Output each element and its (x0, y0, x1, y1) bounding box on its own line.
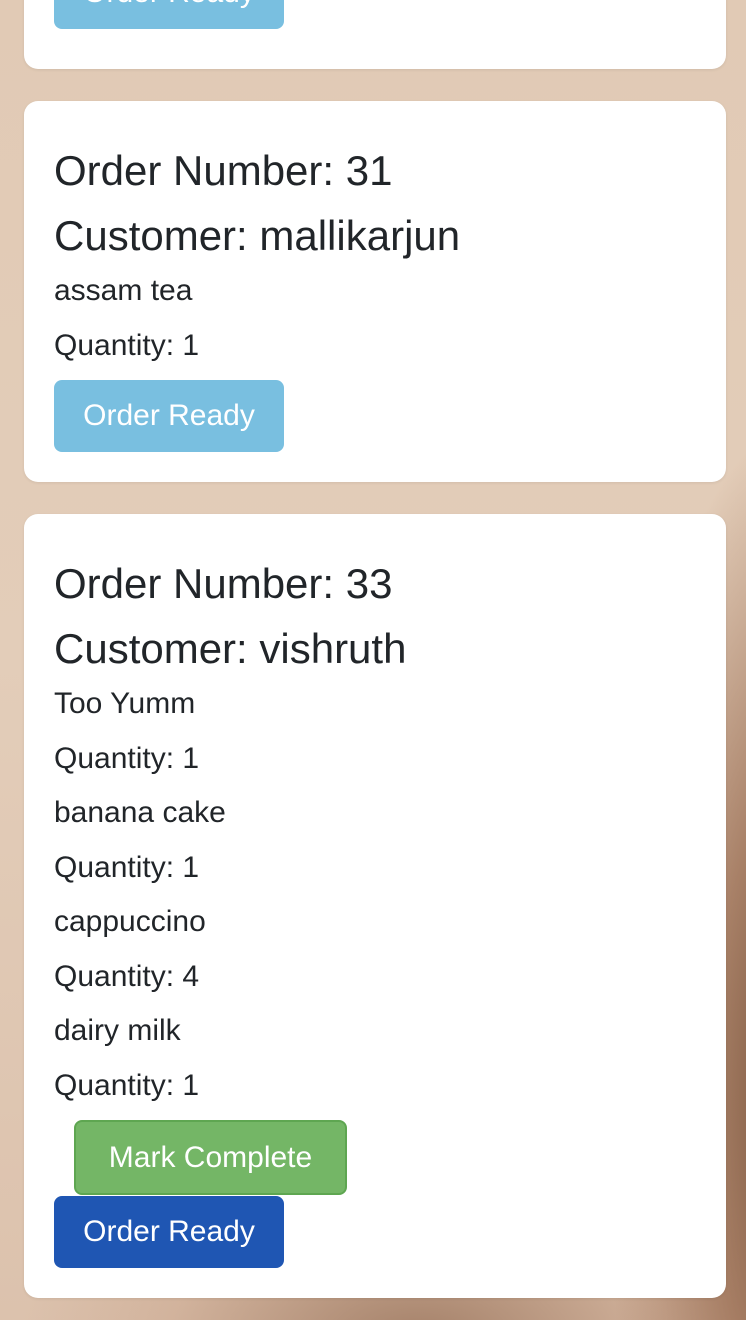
item-name: dairy milk (54, 1014, 181, 1047)
mark-complete-button[interactable]: Mark Complete (74, 1120, 347, 1195)
order-ready-button[interactable]: Order Ready (54, 1196, 284, 1268)
order-card-31: Order Number: 31 Customer: mallikarjun a… (24, 101, 726, 482)
customer-name: Customer: vishruth (54, 625, 407, 672)
item-name: cappuccino (54, 905, 206, 938)
item-quantity: Quantity: 1 (54, 851, 200, 884)
item-quantity: Quantity: 4 (54, 960, 200, 993)
item-quantity: Quantity: 1 (54, 1069, 200, 1102)
order-card: Order Ready (24, 0, 726, 69)
item-quantity: Quantity: 1 (54, 329, 200, 362)
order-card-33: Order Number: 33 Customer: vishruth Too … (24, 514, 726, 1298)
order-number: Order Number: 31 (54, 147, 393, 194)
item-name: assam tea (54, 274, 193, 307)
item-name: Too Yumm (54, 687, 196, 720)
order-number: Order Number: 33 (54, 560, 393, 607)
customer-name: Customer: mallikarjun (54, 212, 461, 259)
order-ready-button[interactable]: Order Ready (54, 380, 284, 452)
item-quantity: Quantity: 1 (54, 742, 200, 775)
order-ready-button[interactable]: Order Ready (54, 0, 284, 29)
item-name: banana cake (54, 796, 226, 829)
